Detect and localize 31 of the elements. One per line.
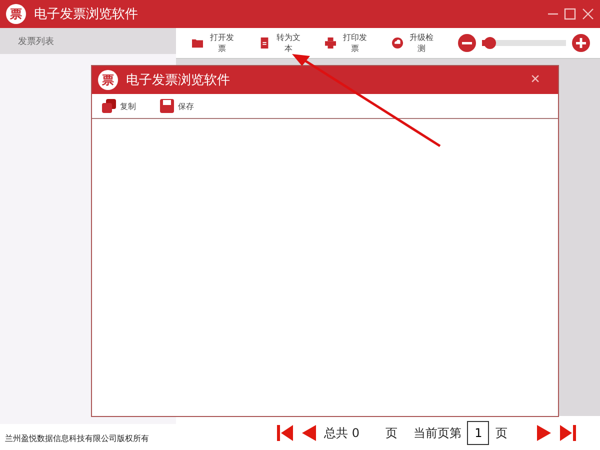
next-page-icon[interactable] — [535, 424, 554, 442]
save-icon — [160, 99, 174, 113]
zoom-in-icon[interactable] — [572, 34, 590, 52]
window-controls-icon[interactable] — [548, 8, 594, 20]
last-page-icon[interactable] — [559, 424, 578, 442]
sidebar-header: 发票列表 — [0, 28, 176, 54]
document-icon — [258, 37, 270, 49]
toolbar-button[interactable]: 转为文本 — [258, 32, 303, 54]
toolbar-button[interactable]: 打印发票 — [325, 32, 370, 54]
current-page-label: 当前页第 — [413, 424, 462, 442]
toolbar-button[interactable]: 复制 — [102, 99, 136, 113]
cloud-icon — [392, 37, 403, 49]
folder-icon — [192, 37, 204, 49]
copy-icon — [102, 99, 116, 113]
page-unit: 页 — [495, 424, 508, 442]
copyright-text: 兰州盈悦数据信息科技有限公司版权所有 — [0, 424, 176, 450]
first-page-icon[interactable] — [276, 424, 294, 442]
app-logo: 票 — [98, 70, 118, 90]
toolbar-button[interactable]: 保存 — [160, 99, 194, 113]
dialog-title: 电子发票浏览软件 — [126, 72, 231, 89]
toolbar-button[interactable]: 升级检测 — [392, 32, 436, 54]
total-label: 总共 0 — [324, 424, 360, 442]
window-title: 电子发票浏览软件 — [34, 6, 139, 23]
page-input[interactable]: 1 — [467, 421, 490, 445]
zoom-slider[interactable] — [482, 40, 566, 46]
app-logo: 票 — [6, 4, 26, 24]
toolbar-button[interactable]: 打开发票 — [192, 32, 236, 54]
zoom-out-icon[interactable] — [458, 34, 476, 52]
page-unit: 页 — [385, 424, 398, 442]
printer-icon — [325, 37, 336, 49]
previous-page-icon[interactable] — [300, 424, 318, 442]
